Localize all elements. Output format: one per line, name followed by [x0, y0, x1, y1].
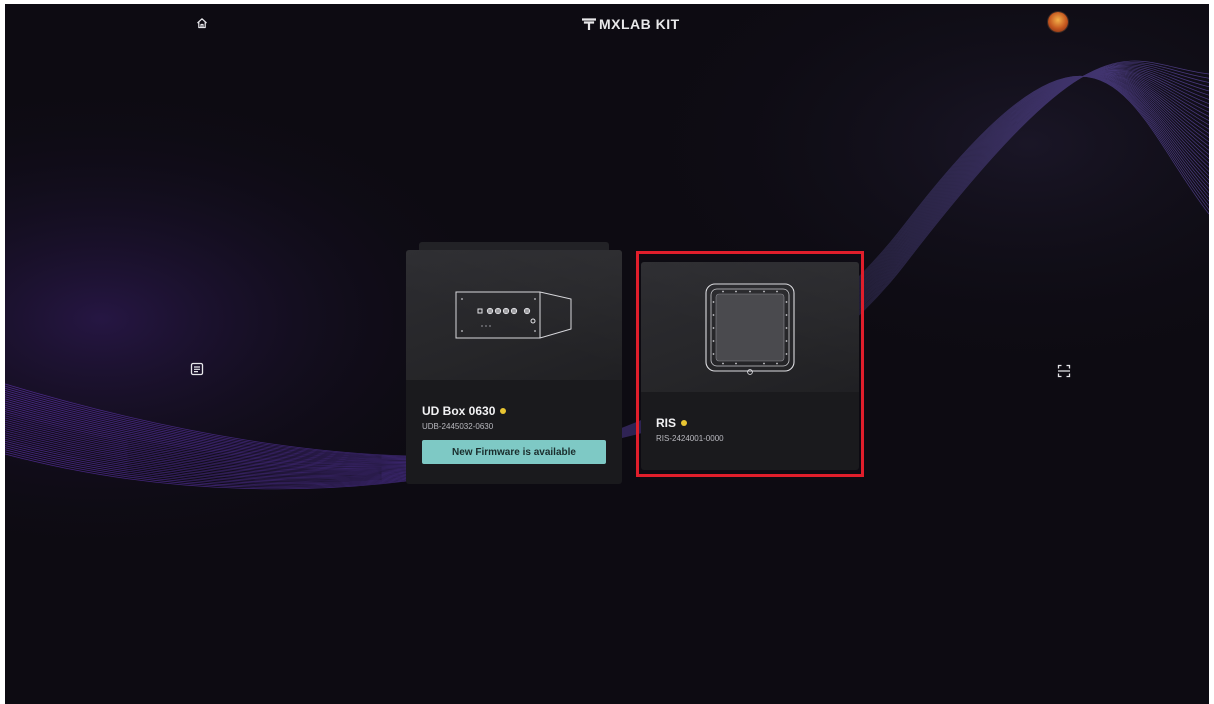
scan-icon: [1057, 364, 1071, 378]
device-serial: UDB-2445032-0630: [422, 422, 494, 431]
home-button[interactable]: [191, 12, 213, 34]
app-window: MXLAB KIT UD Box 0630 UDB-2445032-0630 N…: [5, 4, 1209, 704]
device-card-ris[interactable]: RIS RIS-2424001-0000: [641, 262, 859, 470]
home-icon: [197, 18, 207, 29]
user-avatar[interactable]: [1048, 12, 1068, 32]
device-name: UD Box 0630: [422, 404, 507, 418]
notes-icon: [190, 362, 204, 376]
notes-button[interactable]: [186, 358, 208, 380]
app-logo: MXLAB KIT: [582, 14, 680, 34]
card-tab: [419, 242, 609, 250]
top-bar: MXLAB KIT: [5, 4, 1209, 44]
device-image: [406, 250, 622, 380]
device-name-text: RIS: [656, 416, 677, 430]
device-card-udbox[interactable]: UD Box 0630 UDB-2445032-0630 New Firmwar…: [406, 250, 622, 484]
ud-box-illustration: [455, 291, 572, 339]
app-title: MXLAB KIT: [599, 16, 680, 32]
status-dot: [500, 408, 507, 414]
scan-button[interactable]: [1053, 360, 1075, 382]
mx-logo-icon: [582, 18, 596, 30]
device-image: [641, 262, 859, 392]
ris-panel-illustration: [705, 283, 795, 375]
device-serial: RIS-2424001-0000: [656, 434, 724, 443]
device-name: RIS: [656, 416, 688, 430]
device-name-text: UD Box 0630: [422, 404, 496, 418]
status-dot: [681, 420, 688, 426]
firmware-update-button[interactable]: New Firmware is available: [422, 440, 606, 464]
